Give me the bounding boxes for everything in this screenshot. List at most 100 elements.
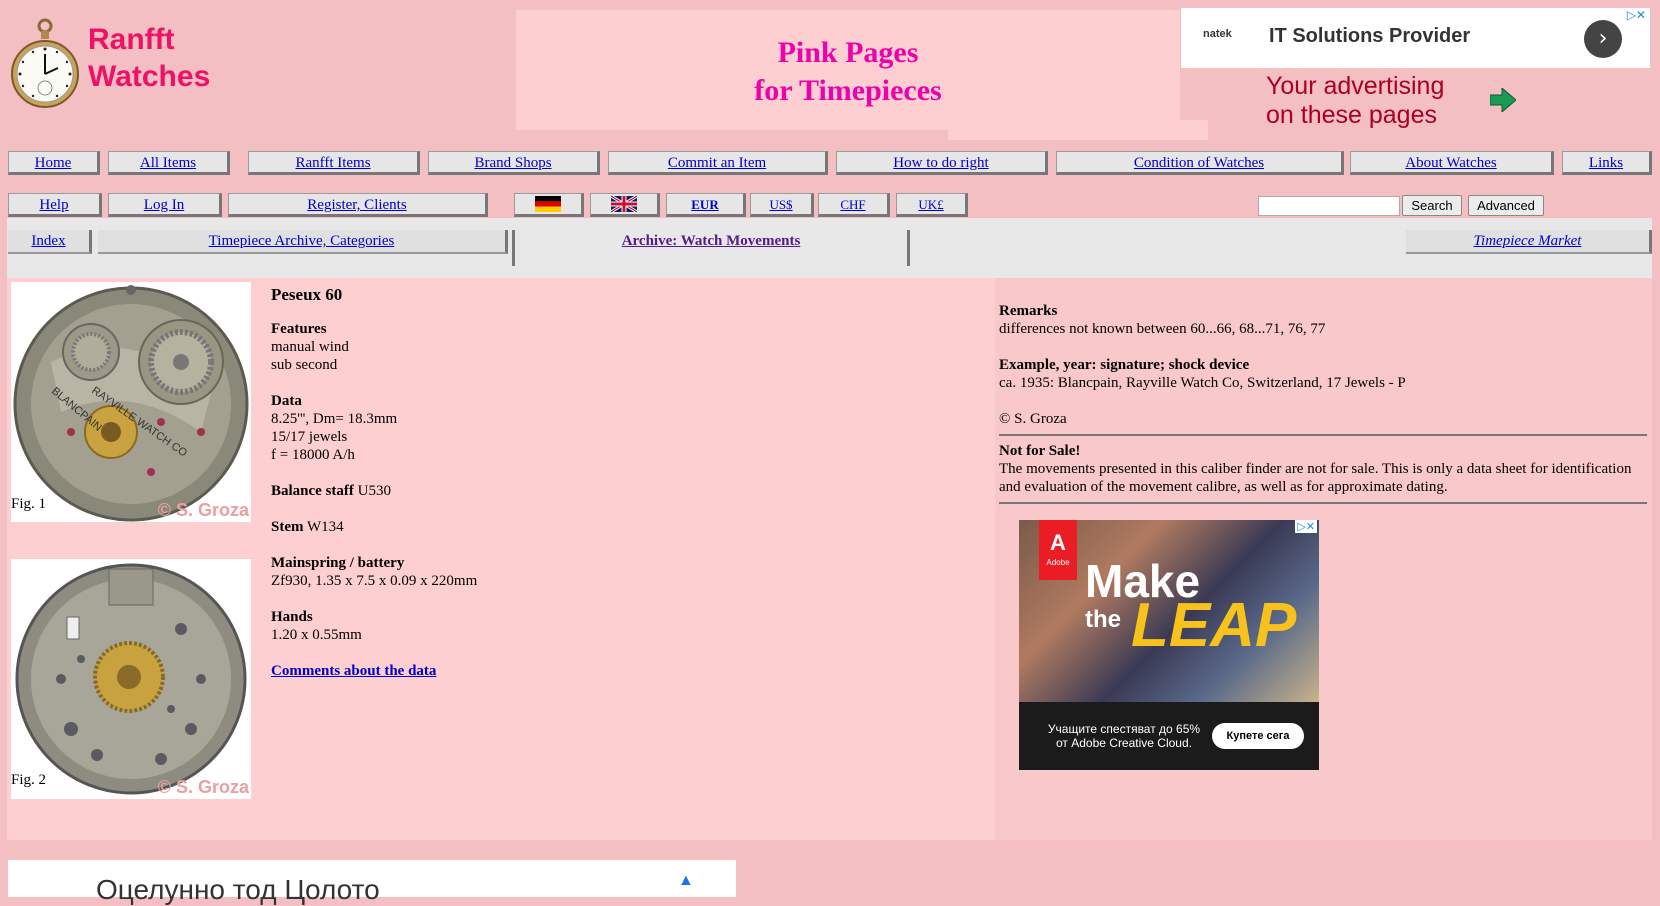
nav-timepiece-market-link[interactable]: Timepiece Market [1474,233,1582,249]
example-heading: Example, year: signature; shock device [999,357,1250,373]
nav-archive-categories[interactable]: Timepiece Archive, Categories [98,230,508,254]
movement-front-image: BLANCPAIN RAYVILLE WATCH CO [13,285,249,522]
currency-gbp[interactable]: UK£ [896,193,968,217]
nav-login-link[interactable]: Log In [144,197,184,213]
nav-watch-movements-link[interactable]: Archive: Watch Movements [622,233,801,249]
currency-usd-link[interactable]: US$ [769,197,792,212]
remarks-heading: Remarks [999,303,1058,319]
nav-timepiece-market[interactable]: Timepiece Market [1406,230,1652,254]
search-button[interactable]: Search [1402,195,1462,216]
pocket-watch-icon [11,18,79,108]
remarks-section: Remarks differences not known between 60… [999,302,1647,510]
pink-pages-banner: Pink Pages for Timepieces [516,10,1180,130]
stem-value: W134 [306,519,344,535]
nav-ranfft-items[interactable]: Ranfft Items [248,151,420,175]
nav-links[interactable]: Links [1562,151,1652,175]
caliber-data: Peseux 60 Features manual wind sub secon… [271,284,477,680]
site-logo[interactable]: Ranfft Watches [10,18,210,110]
nav-commit-an-item[interactable]: Commit an Item [608,151,828,175]
ad-offer-line2: от Adobe Creative Cloud. [1056,736,1192,750]
balance-value: U530 [357,483,391,499]
nav-archive-categories-link[interactable]: Timepiece Archive, Categories [209,233,395,249]
features-heading: Features [271,321,327,337]
currency-chf[interactable]: CHF [818,193,890,217]
nav-brand-shops-link[interactable]: Brand Shops [474,155,551,171]
natek-logo: natek [1203,28,1232,40]
advertising-link[interactable]: Your advertising on these pages [1266,72,1444,130]
divider [999,434,1647,436]
nav-about-watches[interactable]: About Watches [1350,151,1554,175]
balance-heading: Balance staff [271,483,354,499]
currency-gbp-link[interactable]: UK£ [918,197,943,212]
nav-all-items[interactable]: All Items [108,151,230,175]
feature-item: sub second [271,357,338,373]
nav-watch-movements-active[interactable]: Archive: Watch Movements [512,230,910,266]
nav-commit-an-item-link[interactable]: Commit an Item [668,155,766,171]
nav-help-link[interactable]: Help [39,197,68,213]
adobe-ad[interactable]: A Adobe Make the LEAP Учащите спестяват д… [1019,520,1319,770]
nav-help[interactable]: Help [8,193,102,217]
adobe-logo-icon: A Adobe [1039,520,1077,580]
nav-condition-of-watches-link[interactable]: Condition of Watches [1134,155,1264,171]
nav-register[interactable]: Register, Clients [228,193,488,217]
nav-home[interactable]: Home [8,151,100,175]
ad-cta-button[interactable]: Купете сега [1212,723,1304,749]
currency-eur[interactable]: EUR [666,193,746,217]
bottom-ad[interactable]: Оцелунно тод Цолото ▲ [8,860,736,905]
logo-line2: Watches [88,60,211,93]
data-heading: Data [271,393,302,409]
currency-eur-link[interactable]: EUR [691,197,718,212]
nav-ranfft-items-link[interactable]: Ranfft Items [295,155,370,171]
currency-chf-link[interactable]: CHF [840,197,865,212]
feature-item: manual wind [271,339,349,355]
not-for-sale-text: The movements presented in this caliber … [999,461,1632,495]
lang-german[interactable] [514,193,584,217]
nav-about-watches-link[interactable]: About Watches [1405,155,1496,171]
remarks-column: Remarks differences not known between 60… [995,278,1652,840]
currency-usd[interactable]: US$ [750,193,814,217]
fig1-caption: Fig. 1 [11,496,47,512]
adchoices-icon[interactable]: ▷✕ [1627,8,1646,22]
nav-brand-shops[interactable]: Brand Shops [428,151,600,175]
movement-photo-2[interactable]: © S. Groza [11,559,251,799]
adobe-logo-text: Adobe [1046,558,1070,567]
nav-login[interactable]: Log In [108,193,222,217]
movement-photo-1[interactable]: BLANCPAIN RAYVILLE WATCH CO © S. Groza [11,282,251,522]
uk-flag-icon [611,196,637,212]
nav-links-link[interactable]: Links [1589,155,1623,171]
nav-all-items-link[interactable]: All Items [140,155,196,171]
chevron-up-icon[interactable]: ▲ [678,872,694,890]
nav-index[interactable]: Index [8,230,92,254]
nav-register-link[interactable]: Register, Clients [307,197,406,213]
nav-how-to-do-right-link[interactable]: How to do right [893,155,988,171]
lang-english[interactable] [590,193,660,217]
green-arrow-icon[interactable] [1490,88,1516,112]
figures-column: BLANCPAIN RAYVILLE WATCH CO © S. Groza F… [7,278,265,840]
german-flag-icon [535,196,561,212]
nav-how-to-do-right[interactable]: How to do right [836,151,1048,175]
logo-line1: Ranfft [88,23,175,56]
adchoices-icon[interactable]: ▷✕ [1295,520,1317,533]
banner-tail [948,120,1208,140]
ad-headline-the: the [1085,606,1121,633]
comments-link[interactable]: Comments about the data [271,663,436,679]
hands-value: 1.20 x 0.55mm [271,627,362,643]
caliber-title: Peseux 60 [271,285,343,304]
nav-condition-of-watches[interactable]: Condition of Watches [1056,151,1344,175]
natek-ad[interactable]: natek IT Solutions Provider › ▷✕ [1181,8,1650,68]
copyright-watermark-1: © S. Groza [157,500,249,520]
movement-dial-side-image [15,563,247,795]
banner-line1: Pink Pages [777,36,919,69]
bottom-ad-text: Оцелунно тод Цолото [96,874,380,905]
nav-home-link[interactable]: Home [35,155,72,171]
advanced-search-button[interactable]: Advanced [1468,195,1544,216]
nav-index-link[interactable]: Index [31,233,65,249]
search-input[interactable] [1258,196,1400,216]
copyright-watermark-2: © S. Groza [157,777,249,797]
banner-line2: for Timepieces [754,74,942,107]
natek-ad-title[interactable]: IT Solutions Provider [1269,25,1470,48]
ad-offer-line1: Учащите спестяват до 65% [1047,722,1201,736]
banner-title: Pink Pages for Timepieces [516,34,1180,110]
hands-heading: Hands [271,609,313,625]
ad-arrow-icon[interactable]: › [1584,20,1622,58]
